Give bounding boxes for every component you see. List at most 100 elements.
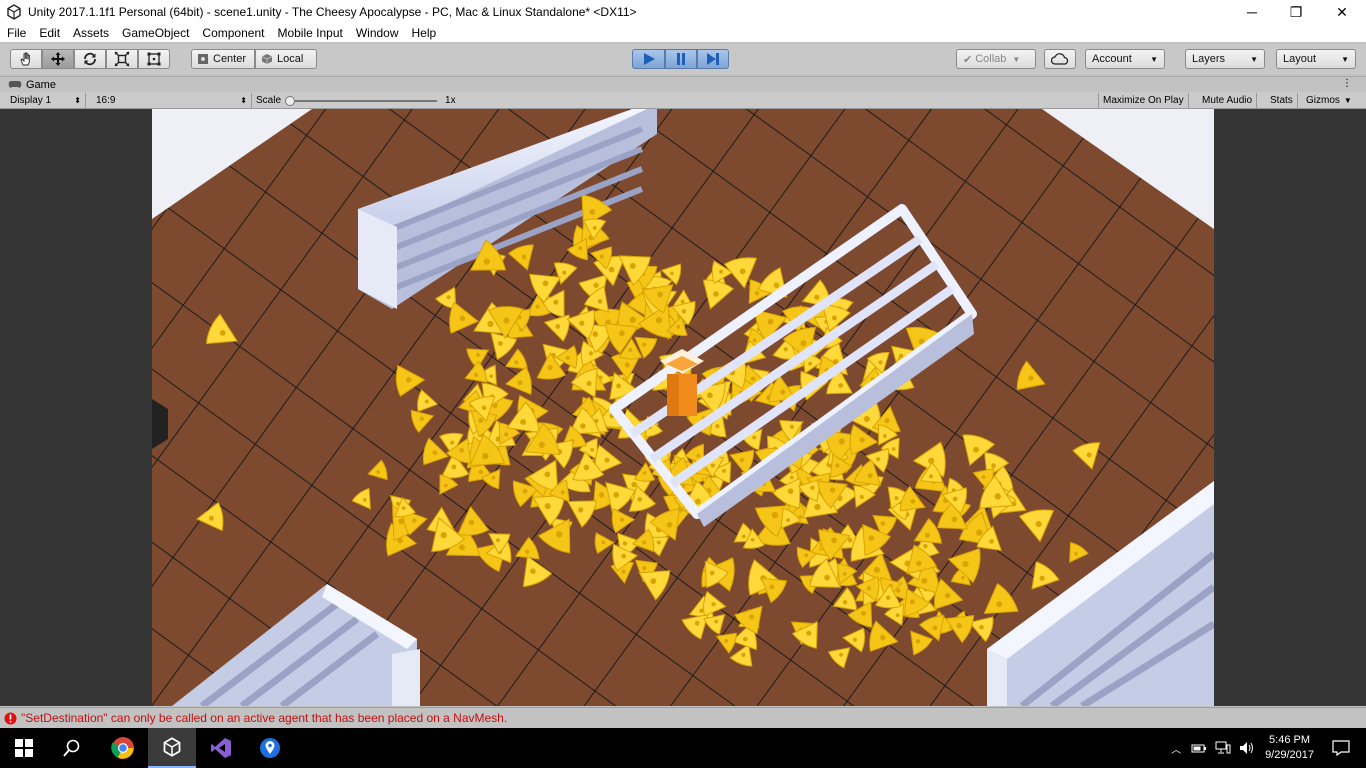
pivot-center-button[interactable]: Center xyxy=(191,49,255,69)
move-tool-button[interactable] xyxy=(42,49,74,69)
move-arrows-icon xyxy=(51,52,65,66)
clock-date: 9/29/2017 xyxy=(1265,749,1314,761)
pivot-center-label: Center xyxy=(213,53,247,65)
layout-dropdown[interactable]: Layout ▼ xyxy=(1276,49,1356,69)
play-icon xyxy=(643,53,655,65)
collab-label: Collab xyxy=(975,53,1007,65)
gizmos-label: Gizmos xyxy=(1306,95,1340,106)
collab-dropdown[interactable]: ✔ Collab ▼ xyxy=(956,49,1036,69)
rect-transform-icon xyxy=(147,52,161,66)
close-button[interactable]: ✕ xyxy=(1319,0,1365,24)
windows-logo-icon xyxy=(15,739,33,757)
aspect-dropdown[interactable]: 16:9 ⬍ xyxy=(92,93,252,108)
pivot-center-icon xyxy=(198,54,208,64)
tab-game[interactable]: Game xyxy=(8,79,56,91)
game-tab-label: Game xyxy=(26,78,56,91)
chevron-down-icon: ▼ xyxy=(1012,54,1021,64)
taskbar-visual-studio[interactable] xyxy=(197,728,245,768)
visual-studio-icon xyxy=(211,738,231,758)
menu-bar: File Edit Assets GameObject Component Mo… xyxy=(0,24,1366,42)
cloud-button[interactable] xyxy=(1044,49,1076,69)
rotate-tool-button[interactable] xyxy=(74,49,106,69)
pivot-local-button[interactable]: Local xyxy=(255,49,317,69)
menu-window[interactable]: Window xyxy=(349,26,405,40)
layout-label: Layout xyxy=(1283,53,1317,65)
taskbar-maps[interactable] xyxy=(246,728,294,768)
play-button[interactable] xyxy=(632,49,665,69)
chevron-up-icon[interactable]: ︿ xyxy=(1171,741,1181,756)
chrome-icon xyxy=(111,737,134,759)
maximize-button[interactable]: ❐ xyxy=(1273,0,1319,24)
display-dropdown[interactable]: Display 1 ⬍ xyxy=(6,93,86,108)
hand-icon xyxy=(20,52,30,66)
map-pin-icon xyxy=(260,738,280,758)
collab-check-icon: ✔ xyxy=(963,53,973,66)
main-toolbar: Center Local ✔ Collab ▼ Account ▼ Layers… xyxy=(0,44,1366,74)
window-title: Unity 2017.1.1f1 Personal (64bit) - scen… xyxy=(28,5,637,19)
chevron-down-icon: ▼ xyxy=(1250,54,1258,64)
scale-value: 1x xyxy=(445,95,456,106)
scale-label: Scale xyxy=(256,95,282,106)
search-icon xyxy=(63,739,80,757)
taskbar-unity[interactable] xyxy=(148,728,196,768)
scale-slider-thumb[interactable] xyxy=(285,95,296,106)
scale-slider-track[interactable] xyxy=(285,95,438,106)
menu-help[interactable]: Help xyxy=(405,26,443,40)
aspect-label: 16:9 xyxy=(96,95,116,106)
system-tray: ︿ 5:46 PM 9/29/2017 xyxy=(1171,728,1366,768)
battery-icon[interactable] xyxy=(1191,742,1207,754)
updown-icon: ⬍ xyxy=(240,96,247,105)
minimize-button[interactable]: ─ xyxy=(1229,0,1275,24)
hand-tool-button[interactable] xyxy=(10,49,42,69)
taskbar-chrome[interactable] xyxy=(99,728,147,768)
maximize-on-play-toggle[interactable]: Maximize On Play xyxy=(1098,93,1189,108)
clock[interactable]: 5:46 PM 9/29/2017 xyxy=(1265,733,1314,763)
cloud-icon xyxy=(1051,53,1069,65)
search-button[interactable] xyxy=(48,728,96,768)
rect-tool-button[interactable] xyxy=(138,49,170,69)
step-icon xyxy=(707,53,719,65)
stats-toggle[interactable]: Stats xyxy=(1266,93,1298,108)
layers-dropdown[interactable]: Layers ▼ xyxy=(1185,49,1265,69)
console-status-bar[interactable]: "SetDestination" can only be called on a… xyxy=(0,707,1366,728)
chevron-down-icon: ▼ xyxy=(1341,54,1349,64)
pivot-local-label: Local xyxy=(277,53,304,65)
chevron-down-icon: ▼ xyxy=(1150,54,1158,64)
game-view-controls: Display 1 ⬍ 16:9 ⬍ Scale 1x Maximize On … xyxy=(0,92,1366,109)
pause-icon xyxy=(677,53,685,65)
scale-icon xyxy=(114,51,130,67)
menu-component[interactable]: Component xyxy=(195,26,270,40)
panel-menu-icon[interactable]: ⋮ xyxy=(1342,78,1352,89)
account-dropdown[interactable]: Account ▼ xyxy=(1085,49,1165,69)
game-tab-bar: Game ⋮ xyxy=(0,76,1366,92)
rotate-icon xyxy=(84,52,96,66)
mute-audio-toggle[interactable]: Mute Audio xyxy=(1198,93,1258,108)
notifications-icon[interactable] xyxy=(1332,740,1350,756)
network-icon[interactable] xyxy=(1215,741,1231,755)
display-label: Display 1 xyxy=(10,95,52,106)
menu-mobile-input[interactable]: Mobile Input xyxy=(270,26,348,40)
window-titlebar: Unity 2017.1.1f1 Personal (64bit) - scen… xyxy=(0,0,1366,24)
game-view-area xyxy=(0,109,1366,706)
pause-button[interactable] xyxy=(665,49,697,69)
step-button[interactable] xyxy=(697,49,729,69)
game-viewport[interactable] xyxy=(152,109,1214,706)
start-button[interactable] xyxy=(0,728,48,768)
chevron-down-icon: ▼ xyxy=(1343,96,1352,105)
game-scene xyxy=(152,109,1214,706)
menu-edit[interactable]: Edit xyxy=(32,26,66,40)
menu-gameobject[interactable]: GameObject xyxy=(115,26,195,40)
menu-file[interactable]: File xyxy=(0,26,32,40)
updown-icon: ⬍ xyxy=(74,96,81,105)
error-icon xyxy=(4,712,17,724)
scale-tool-button[interactable] xyxy=(106,49,138,69)
layers-label: Layers xyxy=(1192,53,1226,65)
clock-time: 5:46 PM xyxy=(1269,734,1311,746)
local-cube-icon xyxy=(261,54,273,64)
gizmos-dropdown[interactable]: Gizmos ▼ xyxy=(1302,93,1356,108)
account-label: Account xyxy=(1092,53,1132,65)
volume-icon[interactable] xyxy=(1239,741,1255,755)
console-message: "SetDestination" can only be called on a… xyxy=(21,711,508,725)
unity-logo-icon xyxy=(7,4,21,20)
menu-assets[interactable]: Assets xyxy=(66,26,115,40)
